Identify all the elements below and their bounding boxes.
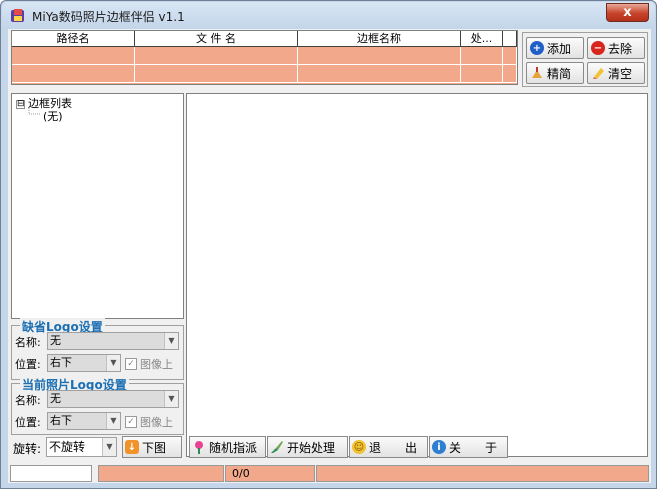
- tree-connector: [28, 108, 40, 115]
- plus-circle-icon: +: [530, 41, 544, 55]
- exit-face-icon: ☺: [352, 440, 366, 454]
- random-assign-button[interactable]: 随机指派: [189, 436, 266, 458]
- default-logo-name-select[interactable]: 无 ▼: [47, 332, 179, 350]
- next-image-label: 下图: [142, 440, 167, 455]
- select-value: 无: [50, 334, 61, 347]
- tree-node-none[interactable]: (无): [43, 108, 63, 124]
- current-logo-position-select[interactable]: 右下 ▼: [47, 412, 121, 430]
- clear-button[interactable]: 清空: [587, 62, 645, 84]
- simplify-button[interactable]: 精简: [526, 62, 584, 84]
- column-header-process[interactable]: 处...: [461, 31, 503, 46]
- column-header-path[interactable]: 路径名: [12, 31, 135, 46]
- current-logo-name-select[interactable]: 无 ▼: [47, 390, 179, 408]
- start-processing-label: 开始处理: [287, 440, 336, 455]
- status-panel-message: [316, 465, 649, 482]
- column-header-filename[interactable]: 文 件 名: [135, 31, 298, 46]
- simplify-label: 精简: [547, 66, 572, 81]
- chevron-down-icon: ▼: [164, 333, 178, 349]
- select-value: 不旋转: [49, 440, 86, 454]
- status-panel-info: [98, 465, 224, 482]
- eraser-icon: [591, 66, 605, 80]
- chevron-down-icon: ▼: [106, 413, 120, 429]
- checkbox-icon: ✓: [125, 416, 137, 428]
- default-logo-position-select[interactable]: 右下 ▼: [47, 354, 121, 372]
- status-bar: 0/0: [8, 463, 651, 483]
- arrow-down-icon: ↓: [125, 440, 139, 454]
- rotate-label: 旋转:: [13, 442, 42, 456]
- main-window: MiYa数码照片边框伴侣 v1.1 x 路径名 文 件 名 边框名称 处... …: [0, 0, 657, 489]
- client-area: 路径名 文 件 名 边框名称 处... + 添加 − 去除 精简 清空 ⊟ 边框…: [8, 29, 651, 483]
- info-icon: i: [432, 440, 446, 454]
- checkbox-label: 图像上: [140, 416, 173, 429]
- add-button[interactable]: + 添加: [526, 37, 584, 59]
- app-icon: [11, 9, 24, 22]
- default-logo-group: 缺省Logo设置 名称: 无 ▼ 位置: 右下 ▼ ✓ 图像上: [11, 318, 184, 380]
- table-row[interactable]: [12, 47, 517, 65]
- name-label: 名称:: [15, 394, 41, 407]
- frame-tree[interactable]: ⊟ 边框列表 (无): [11, 93, 184, 319]
- file-table[interactable]: 路径名 文 件 名 边框名称 处...: [11, 30, 518, 85]
- table-row[interactable]: [12, 65, 517, 83]
- default-logo-on-image-checkbox[interactable]: ✓ 图像上: [125, 356, 173, 372]
- status-panel-progress: [10, 465, 92, 482]
- current-logo-group: 当前照片Logo设置 名称: 无 ▼ 位置: 右下 ▼ ✓ 图像上: [11, 376, 184, 435]
- about-label: 关 于: [449, 440, 498, 455]
- chevron-down-icon: ▼: [164, 391, 178, 407]
- position-label: 位置:: [15, 358, 41, 371]
- current-logo-on-image-checkbox[interactable]: ✓ 图像上: [125, 414, 173, 430]
- next-image-button[interactable]: ↓ 下图: [122, 436, 182, 458]
- file-actions-panel: + 添加 − 去除 精简 清空: [522, 32, 648, 87]
- paint-brush-icon: [270, 440, 284, 454]
- checkbox-icon: ✓: [125, 358, 137, 370]
- column-header-frame-name[interactable]: 边框名称: [298, 31, 461, 46]
- remove-button[interactable]: − 去除: [587, 37, 645, 59]
- position-label: 位置:: [15, 416, 41, 429]
- rotate-select[interactable]: 不旋转 ▼: [46, 437, 117, 457]
- status-count: 0/0: [225, 465, 315, 482]
- clear-label: 清空: [608, 66, 633, 81]
- select-value: 右下: [50, 414, 72, 427]
- chevron-down-icon: ▼: [106, 355, 120, 371]
- add-label: 添加: [547, 41, 572, 56]
- start-processing-button[interactable]: 开始处理: [267, 436, 348, 458]
- select-value: 右下: [50, 356, 72, 369]
- photo-preview[interactable]: [186, 93, 648, 457]
- chevron-down-icon: ▼: [102, 438, 116, 456]
- name-label: 名称:: [15, 336, 41, 349]
- close-button[interactable]: x: [606, 3, 649, 22]
- flower-icon: [192, 440, 206, 454]
- minus-circle-icon: −: [591, 41, 605, 55]
- broom-icon: [530, 66, 544, 80]
- remove-label: 去除: [608, 41, 633, 56]
- column-header-blank: [503, 31, 517, 46]
- exit-button[interactable]: ☺ 退 出: [349, 436, 428, 458]
- checkbox-label: 图像上: [140, 358, 173, 371]
- about-button[interactable]: i 关 于: [429, 436, 508, 458]
- title-bar[interactable]: MiYa数码照片边框伴侣 v1.1 x: [2, 2, 655, 29]
- select-value: 无: [50, 392, 61, 405]
- table-header: 路径名 文 件 名 边框名称 处...: [12, 31, 517, 47]
- window-title: MiYa数码照片边框伴侣 v1.1: [32, 10, 185, 24]
- random-assign-label: 随机指派: [209, 440, 258, 455]
- exit-label: 退 出: [369, 440, 418, 455]
